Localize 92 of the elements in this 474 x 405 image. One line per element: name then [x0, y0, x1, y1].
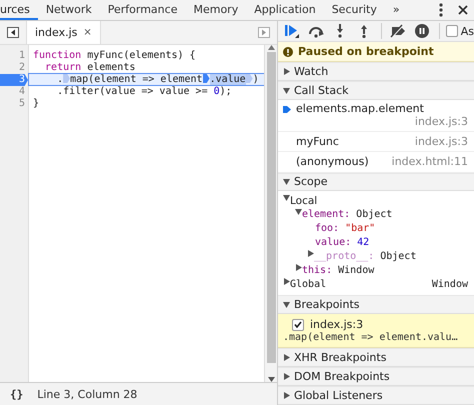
call-frame[interactable]: myFunc index.js:3 [278, 132, 474, 152]
call-frame[interactable]: elements.map.element index.js:3 [278, 100, 474, 132]
section-title: Scope [294, 175, 328, 188]
section-title: DOM Breakpoints [294, 370, 390, 384]
panel-tab[interactable]: Memory [185, 0, 246, 20]
step-into-icon[interactable] [336, 24, 344, 38]
pretty-print-button[interactable]: {} [10, 388, 24, 400]
tab-close-button[interactable]: × [83, 27, 92, 38]
property-name: element: [302, 208, 350, 222]
collapsed-arrow-icon[interactable] [283, 373, 290, 380]
section-title: Call Stack [294, 84, 348, 97]
async-checkbox[interactable] [446, 25, 458, 38]
deactivate-breakpoints-icon[interactable] [390, 24, 406, 38]
function-name: myFunc [296, 134, 340, 148]
source-location: index.js:3 [414, 114, 468, 128]
scope-row[interactable]: Global Window [283, 278, 474, 292]
section-header[interactable]: XHR Breakpoints [278, 348, 474, 368]
collapsed-arrow-icon[interactable] [295, 264, 302, 272]
section-title: XHR Breakpoints [294, 351, 386, 364]
source-location: index.js:3 [414, 134, 468, 148]
step-over-icon[interactable] [308, 24, 324, 38]
section-header[interactable]: Breakpoints [278, 295, 474, 314]
scrollbar-thumb[interactable] [266, 52, 276, 363]
breakpoint-location: index.js:3 [310, 318, 364, 332]
paused-message: Paused on breakpoint [298, 45, 434, 58]
scope-row[interactable]: __proto__: Object [283, 250, 474, 264]
property-value: Window [338, 264, 374, 278]
property-name: __proto__: [314, 250, 374, 264]
collapsed-arrow-icon[interactable] [283, 392, 290, 400]
section-header[interactable]: Scope [278, 172, 474, 192]
section-title: Watch [294, 65, 328, 78]
scope-row[interactable]: Local [283, 194, 474, 208]
line-number[interactable]: 3 [0, 74, 28, 86]
collapsed-arrow-icon[interactable] [283, 278, 290, 286]
expanded-arrow-icon[interactable] [283, 194, 290, 202]
code-line: function myFunc(elements) { [32, 50, 197, 62]
info-icon [283, 46, 293, 57]
panel-tab[interactable]: Security [324, 0, 385, 20]
property-value: "bar" [345, 222, 376, 236]
more-menu-icon[interactable] [439, 3, 443, 17]
cursor-position: Line 3, Column 28 [37, 388, 138, 400]
code-line: } [32, 98, 40, 110]
expanded-arrow-icon[interactable] [283, 301, 290, 308]
breakpoint-item[interactable]: index.js:3 .map(element => element.valu… [278, 314, 474, 348]
scope-row[interactable]: this: Window [283, 264, 474, 278]
expanded-arrow-icon[interactable] [283, 86, 290, 94]
property-name: Local [290, 194, 318, 208]
checkmark-icon [294, 321, 302, 328]
section-header[interactable]: Watch [278, 62, 474, 81]
collapsed-arrow-icon[interactable] [283, 354, 290, 362]
code-line: .filter(value => value >= 0); [56, 86, 233, 98]
current-frame-arrow-icon [283, 106, 291, 113]
property-value: Window [432, 278, 468, 292]
file-tab[interactable]: index.js × [26, 21, 101, 44]
sidebar-toggle-icon[interactable] [7, 27, 19, 38]
section-title: Breakpoints [294, 298, 360, 312]
sidebar-toggle-icon[interactable] [258, 27, 270, 38]
close-icon[interactable] [458, 5, 468, 15]
collapsed-arrow-icon[interactable] [307, 250, 314, 258]
property-value: 42 [357, 236, 370, 250]
code-line: return elements [44, 62, 136, 74]
collapsed-arrow-icon[interactable] [283, 68, 290, 76]
function-name: elements.map.element [296, 102, 424, 115]
breakpoint-checkbox[interactable] [292, 318, 304, 331]
section-title: Global Listeners [294, 389, 383, 402]
panel-tab[interactable]: » [384, 0, 408, 20]
section-header[interactable]: DOM Breakpoints [278, 367, 474, 386]
property-value: Object [380, 250, 416, 264]
property-value: Object [356, 208, 392, 222]
scope-row[interactable]: value: 42 [283, 236, 474, 250]
expanded-arrow-icon[interactable] [295, 208, 302, 216]
property-name: this: [302, 264, 332, 278]
function-name: (anonymous) [296, 155, 370, 168]
step-out-icon[interactable] [360, 24, 368, 38]
inline-breakpoint-icon[interactable] [202, 74, 210, 83]
resume-icon[interactable] [285, 24, 300, 38]
pause-on-exceptions-icon[interactable] [415, 24, 430, 38]
expanded-arrow-icon[interactable] [283, 178, 290, 186]
async-label: As [460, 24, 474, 38]
scope-row[interactable]: element: Object [283, 208, 474, 222]
panel-tab[interactable]: Application [246, 0, 324, 20]
panel-tab[interactable]: Performance [100, 0, 186, 20]
breakpoint-code: .map(element => element.valu… [283, 332, 459, 344]
scope-row[interactable]: foo: "bar" [283, 222, 474, 236]
file-name: index.js [35, 26, 78, 39]
panel-tab[interactable]: Network [38, 0, 100, 20]
source-location: index.html:11 [392, 155, 468, 168]
section-header[interactable]: Global Listeners [278, 386, 474, 405]
property-name: value: [315, 236, 352, 250]
property-name: foo: [315, 222, 340, 236]
property-name: Global [290, 278, 326, 292]
section-header[interactable]: Call Stack [278, 81, 474, 100]
